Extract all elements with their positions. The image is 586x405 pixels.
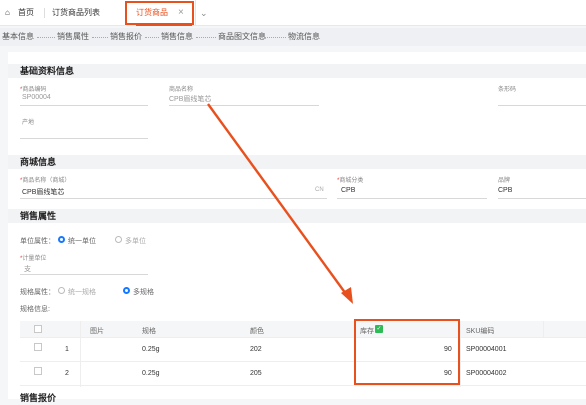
radio-unit-multi-label[interactable]: 多单位 (125, 236, 146, 246)
tab-highlight-box (125, 1, 194, 25)
label-mall-category-text: 商城分类 (339, 178, 364, 184)
row-index: 1 (65, 346, 69, 353)
step-connector (196, 37, 216, 38)
section-header-bg (8, 209, 586, 223)
field-underline (20, 105, 148, 106)
label-measure-unit-text: 计量单位 (22, 256, 47, 262)
select-mall-category[interactable]: CPB (341, 187, 355, 194)
step-connector (37, 37, 55, 38)
label-brand: 品牌 (498, 178, 511, 184)
cell-sku: SP00004001 (466, 346, 507, 353)
step-sales-info[interactable]: 销售信息 (161, 32, 193, 42)
row-index: 2 (65, 370, 69, 377)
step-logistics[interactable]: 物流信息 (288, 32, 320, 42)
field-underline (337, 198, 487, 199)
col-header-image: 图片 (90, 328, 104, 335)
select-all-checkbox[interactable] (34, 325, 42, 333)
label-mall-name: *商品名称（商城） (20, 178, 71, 184)
section-title-basic: 基础资料信息 (20, 66, 75, 76)
section-header-bg (8, 155, 586, 169)
radio-spec-multi[interactable] (123, 287, 130, 294)
step-connector (145, 37, 159, 38)
field-underline (498, 198, 586, 199)
label-mall-category: *商城分类 (337, 178, 364, 184)
step-sales-quote[interactable]: 销售报价 (110, 32, 142, 42)
col-header-sku: SKU编码 (466, 328, 495, 335)
cell-spec: 0.25g (142, 370, 160, 377)
cell-color: 202 (250, 346, 262, 353)
radio-unit-multi[interactable] (115, 236, 122, 243)
label-product-code: *商品编码 (20, 87, 47, 93)
spec-table-header (20, 321, 586, 338)
tab-divider (44, 8, 45, 18)
section-title-price: 销售报价 (20, 393, 57, 403)
step-connector (92, 37, 108, 38)
row-checkbox[interactable] (34, 343, 42, 351)
row-checkbox[interactable] (34, 367, 42, 375)
col-header-spec: 规格 (142, 328, 156, 335)
field-underline (498, 105, 586, 106)
table-col-divider (543, 321, 544, 338)
field-underline (20, 274, 148, 275)
tab-divider (195, 0, 196, 26)
tab-order-list[interactable]: 订货商品列表 (52, 0, 100, 26)
section-title-sales: 销售属性 (20, 211, 57, 221)
label-unit-attr: 单位属性： (20, 238, 55, 245)
input-origin[interactable] (20, 138, 148, 139)
radio-spec-single[interactable] (58, 287, 65, 294)
step-nav: 基本信息 销售属性 销售报价 销售信息 商品图文信息 物流信息 (0, 28, 586, 46)
input-mall-name[interactable]: CPB眉线笔芯 (22, 187, 64, 197)
label-origin: 产地 (22, 120, 35, 126)
label-spec-info: 规格信息: (20, 306, 50, 313)
home-icon[interactable]: ⌂ (5, 0, 10, 26)
radio-unit-single-label[interactable]: 统一单位 (68, 236, 96, 246)
label-spec-attr: 规格属性： (20, 289, 55, 296)
label-product-code-text: 商品编码 (22, 87, 47, 93)
label-measure-unit: *计量单位 (20, 256, 47, 262)
step-connector (264, 37, 286, 38)
col-header-color: 颜色 (250, 328, 264, 335)
radio-unit-single[interactable] (58, 236, 65, 243)
radio-spec-single-label[interactable]: 统一规格 (68, 287, 96, 297)
step-sales-attr[interactable]: 销售属性 (57, 32, 89, 42)
stock-highlight-box (354, 319, 460, 385)
tab-bar: ⌂ 首页 订货商品列表 订货商品 × ⌄ (0, 0, 586, 26)
field-underline (169, 105, 319, 106)
select-brand[interactable]: CPB (498, 187, 512, 194)
select-measure-unit[interactable]: 支 (24, 264, 31, 274)
tab-more-icon[interactable]: ⌄ (200, 0, 208, 26)
cell-spec: 0.25g (142, 346, 160, 353)
step-graphic-info[interactable]: 商品图文信息 (218, 32, 266, 42)
input-product-code[interactable]: SP00004 (22, 94, 51, 101)
radio-spec-multi-label[interactable]: 多规格 (133, 287, 154, 297)
field-underline (20, 198, 327, 199)
cell-sku: SP00004002 (466, 370, 507, 377)
step-basic-info[interactable]: 基本信息 (2, 32, 34, 42)
input-product-name[interactable]: CPB眉线笔芯 (169, 94, 211, 104)
label-mall-name-text: 商品名称（商城） (22, 178, 71, 184)
cell-color: 205 (250, 370, 262, 377)
section-header-bg (8, 64, 586, 78)
tab-home[interactable]: 首页 (18, 0, 34, 26)
lang-indicator: CN (315, 187, 324, 193)
label-barcode: 条形码 (498, 87, 517, 93)
section-title-mall: 商城信息 (20, 157, 57, 167)
label-product-name: 商品名称 (169, 87, 194, 93)
